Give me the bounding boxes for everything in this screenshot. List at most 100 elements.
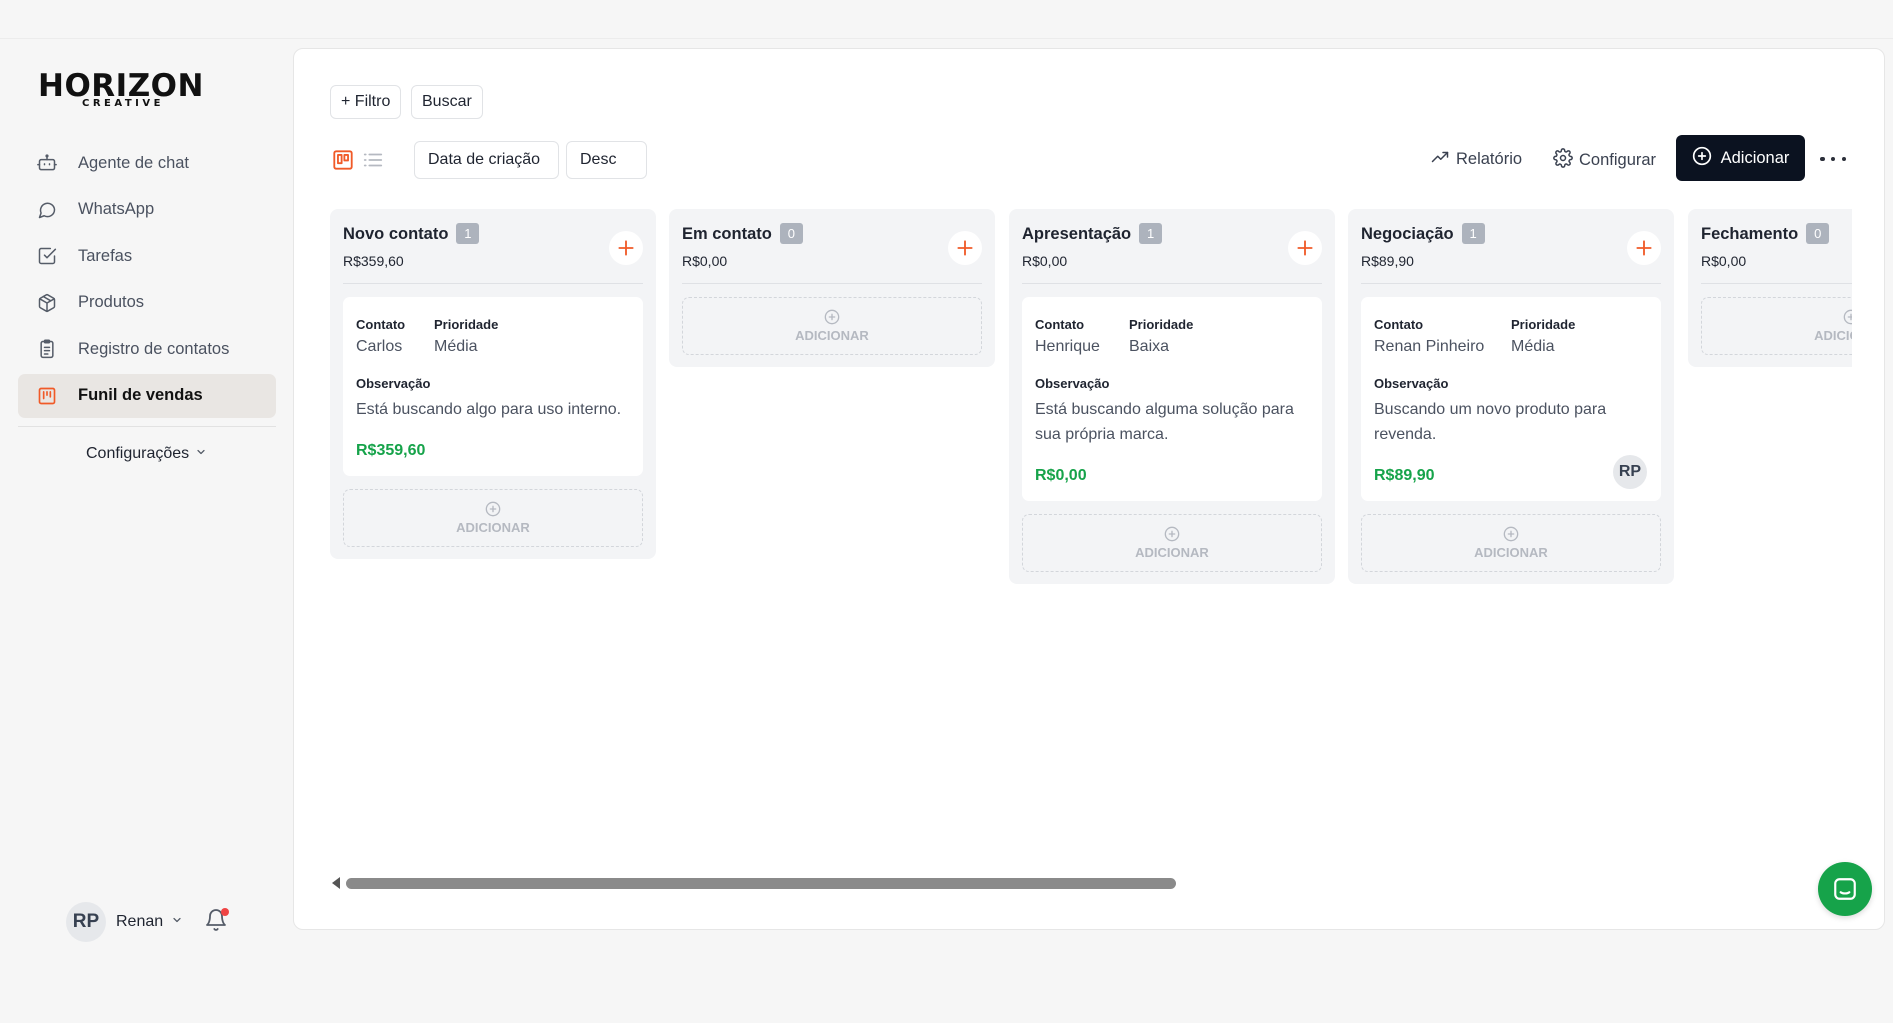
sidebar-item-label: Produtos [78,293,145,311]
add-card-button[interactable] [1288,231,1322,265]
column-total: R$0,00 [1022,253,1068,269]
deal-card[interactable]: Contato Carlos Prioridade Média Observaç… [343,297,643,476]
contact-value: Carlos [356,338,403,355]
trending-up-icon [1430,148,1450,171]
add-card-slot[interactable]: ADICIONAR [343,489,643,547]
sidebar-item-label: Agente de chat [78,153,190,172]
avatar[interactable]: RP [1613,455,1647,489]
sidebar-item-whatsapp[interactable]: WhatsApp [18,188,276,232]
settings-menu[interactable]: Configurações [86,445,207,463]
column-title: Fechamento 0 [1701,223,1830,244]
report-label: Relatório [1456,150,1523,168]
add-card-button[interactable] [1627,231,1661,265]
sidebar-item-label: WhatsApp [78,200,155,218]
sidebar-nav: Agente de chat WhatsApp Tarefas Produtos… [18,141,276,427]
priority-label: Prioridade [434,317,499,332]
scroll-left-arrow-icon[interactable] [332,877,340,889]
search-button[interactable]: Buscar [411,85,483,119]
priority-label: Prioridade [1511,317,1576,332]
column-total: R$359,60 [343,253,404,269]
observation-text: Buscando um novo produto para revenda. [1374,401,1607,443]
count-badge: 0 [779,223,803,244]
contact-label: Contato [1035,317,1085,332]
sidebar-item-label: Funil de vendas [78,386,203,404]
filter-button[interactable]: + Filtro [330,85,402,119]
deal-card[interactable]: Contato Renan Pinheiro Prioridade Média … [1361,297,1661,501]
settings-label: Configurações [86,445,190,462]
column-total: R$89,90 [1361,253,1414,269]
checkbox-icon [36,245,58,267]
priority-value: Média [434,338,478,355]
deal-card[interactable]: Contato Henrique Prioridade Baixa Observ… [1022,297,1322,501]
sidebar-item-tarefas[interactable]: Tarefas [18,234,276,278]
column-title: Novo contato 1 [343,223,480,244]
contact-label: Contato [356,317,406,332]
brand-logo[interactable]: HORIZON CREATIVE [38,69,208,119]
scrollbar-thumb[interactable] [346,878,1176,889]
contact-value: Renan Pinheiro [1374,338,1485,355]
column-title: Apresentação 1 [1022,223,1163,244]
plus-icon [618,240,634,256]
sort-field-select[interactable]: Data de criação [414,141,559,179]
chevron-down-icon [195,445,207,463]
report-button[interactable]: Relatório [1430,148,1522,171]
sidebar-item-agente-de-chat[interactable]: Agente de chat [18,141,276,185]
sidebar-item-produtos[interactable]: Produtos [18,281,276,325]
plus-circle-icon [1692,146,1712,171]
user-menu[interactable]: RP Renan [66,902,183,942]
count-badge: 1 [1139,223,1163,244]
notification-bell-icon[interactable] [204,907,230,935]
sidebar-item-funil-de-vendas[interactable]: Funil de vendas [18,373,276,418]
column-header: Negociação 1 R$89,90 [1361,209,1661,284]
deal-value: R$0,00 [1035,467,1087,484]
observation-text: Está buscando algo para uso interno. [356,401,622,418]
top-strip [0,0,1893,39]
add-label: Adicionar [1720,148,1790,167]
kanban-board: Novo contato 1 R$359,60 Contato Carlos Pr… [330,209,1852,669]
column-title: Negociação 1 [1361,223,1485,244]
add-card-slot[interactable]: ADICIONAR [1022,514,1322,572]
horizontal-scrollbar[interactable] [330,875,1870,891]
sort-order-select[interactable]: Desc [566,141,647,179]
column-header: Fechamento 0 R$0,00 [1701,209,1852,284]
plus-circle-icon [1164,526,1180,542]
configure-button[interactable]: Configurar [1553,148,1656,173]
avatar: RP [66,902,106,942]
notification-dot [221,908,229,916]
kanban-view-icon[interactable] [330,147,356,173]
add-card-slot[interactable]: ADICIONAR [682,297,982,355]
add-button[interactable]: Adicionar [1676,135,1805,181]
sidebar-item-label: Registro de contatos [78,339,230,358]
add-card-slot[interactable]: ADICIONAR [1701,297,1852,355]
chat-widget-button[interactable] [1818,862,1872,916]
deal-value: R$359,60 [356,442,426,459]
sidebar-item-registro-de-contatos[interactable]: Registro de contatos [18,327,276,371]
sidebar-divider [18,425,276,427]
plus-circle-icon [1843,309,1852,325]
more-options-icon[interactable] [1820,149,1846,169]
chat-icon [1834,878,1856,900]
column-fechamento: Fechamento0 R$0,00 ADICIONAR [1688,209,1852,367]
column-header: Novo contato 1 R$359,60 [343,209,643,284]
count-badge: 1 [456,223,480,244]
main-panel: + Filtro Buscar Data de criação Desc Rel… [293,48,1885,930]
plus-icon [1636,240,1652,256]
chevron-down-icon [171,913,183,931]
add-card-slot[interactable]: ADICIONAR [1361,514,1661,572]
list-view-icon[interactable] [360,147,386,173]
add-card-button[interactable] [609,231,643,265]
observation-label: Observação [1035,376,1110,391]
configure-label: Configurar [1579,151,1657,169]
plus-circle-icon [485,501,501,517]
kanban-icon [36,385,58,407]
plus-icon [1297,240,1313,256]
observation-label: Observação [356,376,431,391]
column-header: Em contato 0 R$0,00 [682,209,982,284]
column-total: R$0,00 [1701,253,1747,269]
sidebar-item-label: Tarefas [78,246,133,265]
user-name: Renan [116,913,164,930]
chat-bubble-icon [36,199,58,221]
observation-label: Observação [1374,376,1449,391]
add-card-button[interactable] [948,231,982,265]
priority-value: Média [1511,338,1555,355]
